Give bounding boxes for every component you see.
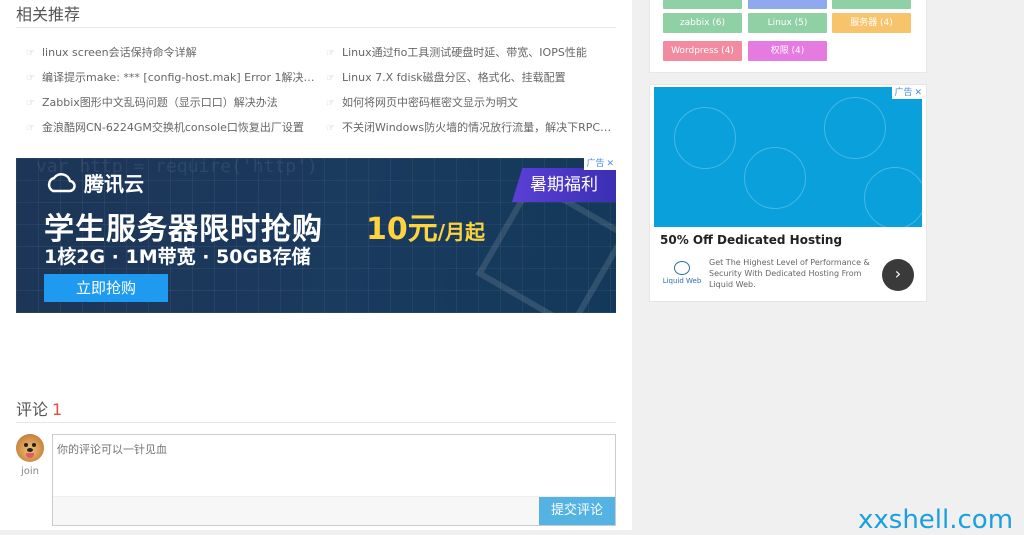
thumbs-up-icon: ☞ xyxy=(26,73,35,84)
main-content: 相关推荐 ☞ linux screen会话保持命令详解 ☞ Linux通过fio工具… xyxy=(0,0,632,530)
ad-price: 10元/月起 xyxy=(366,212,486,247)
ad-image xyxy=(654,87,922,227)
comment-form-footer: 提交评论 xyxy=(53,496,615,525)
comment-username: join xyxy=(20,466,39,477)
related-post-link[interactable]: ☞ Zabbix图形中文乱码问题（显示口口）解决办法 xyxy=(26,96,316,110)
chevron-right-icon[interactable]: › xyxy=(882,259,914,291)
related-posts-title: 相关推荐 xyxy=(16,5,81,24)
tag-link[interactable] xyxy=(748,0,827,9)
comment-count: 1 xyxy=(52,400,63,419)
ad-description: Get The Highest Level of Performance & S… xyxy=(709,258,870,289)
tag-server[interactable]: 服务器 (4) xyxy=(832,13,911,33)
comment-input[interactable] xyxy=(53,435,613,493)
tag-link[interactable] xyxy=(663,0,742,9)
tencent-cloud-logo: 腾讯云 xyxy=(44,168,144,197)
site-watermark: xxshell.com xyxy=(858,505,1014,535)
related-post-link[interactable]: ☞ 不关闭Windows防火墙的情况放行流量，解决下RPC服... xyxy=(326,121,616,135)
tag-cloud-widget: zabbix (6) Linux (5) 服务器 (4) Wordpress (… xyxy=(649,0,927,73)
ad-specs: 1核2G · 1M带宽 · 50GB存储 xyxy=(44,246,311,268)
related-post-link[interactable]: ☞ 金浪酷网CN-6224GM交换机console口恢复出厂设置 xyxy=(26,121,316,135)
droplet-icon xyxy=(674,261,690,275)
tencent-cloud-ad[interactable]: var http = require('http') 腾讯云 暑期福利 学生服务… xyxy=(16,158,616,313)
related-post-link[interactable]: ☞ linux screen会话保持命令详解 xyxy=(26,46,316,60)
ad-choices[interactable]: 广告 ✕ xyxy=(584,158,616,170)
summer-promo-badge: 暑期福利 xyxy=(512,168,616,202)
related-post-link[interactable]: ☞ Linux通过fio工具测试硬盘时延、带宽、IOPS性能 xyxy=(326,46,616,60)
divider xyxy=(16,422,616,423)
divider xyxy=(16,27,616,28)
liquid-web-ad[interactable]: 广告 ✕ 50% Off Dedicated Hosting Liquid We… xyxy=(649,84,927,302)
thumbs-up-icon: ☞ xyxy=(326,48,335,59)
liquid-web-logo: Liquid Web xyxy=(660,261,704,291)
related-post-link[interactable]: ☞ 如何将网页中密码框密文显示为明文 xyxy=(326,96,616,110)
thumbs-up-icon: ☞ xyxy=(26,123,35,134)
close-icon[interactable]: ✕ xyxy=(914,87,922,99)
tag-wordpress[interactable]: Wordpress (4) xyxy=(663,41,742,61)
comments-title: 评论 1 xyxy=(16,400,63,419)
ad-choices[interactable]: 广告 ✕ xyxy=(892,87,924,99)
thumbs-up-icon: ☞ xyxy=(326,98,335,109)
thumbs-up-icon: ☞ xyxy=(326,73,335,84)
thumbs-up-icon: ☞ xyxy=(26,48,35,59)
cloud-icon xyxy=(47,172,76,192)
related-post-link[interactable]: ☞ 编译提示make: *** [config-host.mak] Error 1… xyxy=(26,71,316,85)
submit-comment-button[interactable]: 提交评论 xyxy=(539,497,615,525)
ad-title[interactable]: 50% Off Dedicated Hosting xyxy=(660,233,842,247)
tag-permissions[interactable]: 权限 (4) xyxy=(748,41,827,61)
comment-form: 提交评论 xyxy=(52,434,616,526)
close-icon[interactable]: ✕ xyxy=(606,158,614,170)
related-post-link[interactable]: ☞ Linux 7.X fdisk磁盘分区、格式化、挂载配置 xyxy=(326,71,616,85)
thumbs-up-icon: ☞ xyxy=(26,98,35,109)
tag-link[interactable] xyxy=(832,0,911,9)
avatar[interactable] xyxy=(16,434,44,462)
tag-zabbix[interactable]: zabbix (6) xyxy=(663,13,742,33)
thumbs-up-icon: ☞ xyxy=(326,123,335,134)
tag-linux[interactable]: Linux (5) xyxy=(748,13,827,33)
buy-now-button[interactable]: 立即抢购 xyxy=(44,274,168,302)
